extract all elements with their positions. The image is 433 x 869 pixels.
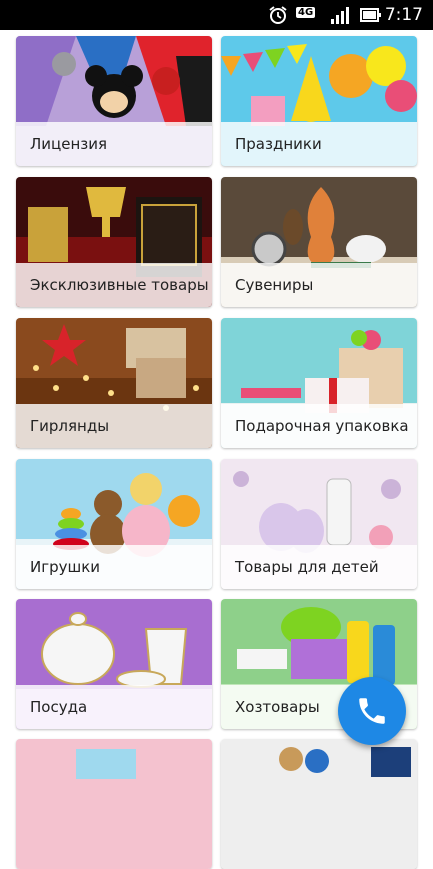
- category-label: Эксклюзивные товары: [16, 263, 212, 307]
- category-label: Сувениры: [221, 263, 417, 307]
- call-button[interactable]: [338, 677, 406, 745]
- category-card-license[interactable]: Лицензия: [16, 36, 212, 166]
- category-label: Посуда: [16, 685, 212, 729]
- category-card-toys[interactable]: Игрушки: [16, 459, 212, 589]
- category-card-holidays[interactable]: Праздники: [221, 36, 417, 166]
- category-label: Лицензия: [16, 122, 212, 166]
- phone-icon: [359, 698, 385, 724]
- status-bar: 4G 7:17: [0, 0, 433, 30]
- category-label: Праздники: [221, 122, 417, 166]
- category-label: Гирлянды: [16, 404, 212, 448]
- category-card-kids-goods[interactable]: Товары для детей: [221, 459, 417, 589]
- signal-icon: [331, 7, 349, 24]
- category-grid: Лицензия Праздники Эксклюзивные товары С…: [0, 30, 433, 869]
- category-label: Игрушки: [16, 545, 212, 589]
- alarm-icon: [269, 6, 287, 24]
- network-4g-icon: 4G: [296, 7, 316, 18]
- category-card-exclusive[interactable]: Эксклюзивные товары: [16, 177, 212, 307]
- partial-image-left: [16, 739, 212, 869]
- category-card-gift-wrap[interactable]: Подарочная упаковка: [221, 318, 417, 448]
- clock: 7:17: [384, 5, 423, 25]
- category-label: Товары для детей: [221, 545, 417, 589]
- category-card-partial-left[interactable]: [16, 739, 212, 869]
- category-card-souvenirs[interactable]: Сувениры: [221, 177, 417, 307]
- category-card-partial-right[interactable]: [221, 739, 417, 869]
- category-label: Подарочная упаковка: [221, 404, 417, 448]
- partial-image-right: [221, 739, 417, 869]
- battery-icon: [360, 8, 381, 22]
- category-card-garlands[interactable]: Гирлянды: [16, 318, 212, 448]
- category-card-tableware[interactable]: Посуда: [16, 599, 212, 729]
